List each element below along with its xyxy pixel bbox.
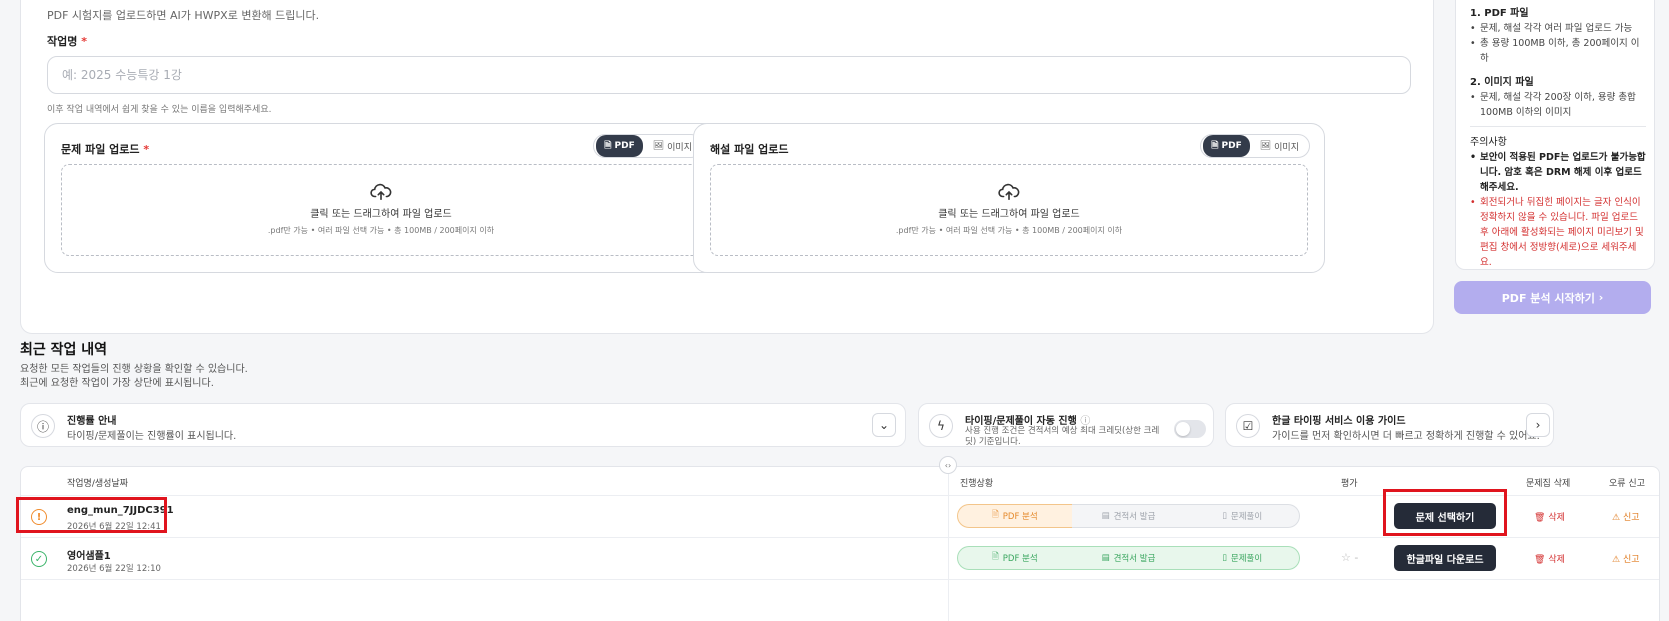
pdf-guide-list: 문제, 해설 각각 여러 파일 업로드 가능 총 용량 100MB 이하, 총 … <box>1470 21 1646 66</box>
divider <box>21 537 1659 538</box>
problem-pdf-toggle[interactable]: 🗎 PDF <box>596 135 643 157</box>
trash-icon: 🗑 <box>1534 513 1546 523</box>
list-item: 총 용량 100MB 이하, 총 200페이지 이하 <box>1470 36 1646 66</box>
job-name-input[interactable] <box>47 56 1411 94</box>
delete-button[interactable]: 🗑 삭제 <box>1534 510 1565 523</box>
solution-drop-text: 클릭 또는 드래그하여 파일 업로드 <box>938 209 1080 220</box>
list-item: 문제, 해설 각각 200장 이하, 용량 총합 100MB 이하의 이미지 <box>1470 90 1646 120</box>
lightning-icon: ϟ <box>929 414 953 438</box>
pdf-guide-title: 1. PDF 파일 <box>1470 8 1529 19</box>
check-status-icon: ✓ <box>31 551 47 567</box>
col-name: 작업명/생성날짜 <box>67 479 128 489</box>
upload-card: PDF 시험지를 업로드하면 AI가 HWPX로 변환해 드립니다. 작업명 *… <box>20 0 1434 334</box>
problem-dropzone[interactable]: 클릭 또는 드래그하여 파일 업로드 .pdf만 가능 • 여러 파일 선택 가… <box>61 164 701 256</box>
col-report: 오류 신고 <box>1609 479 1645 489</box>
job-name-hint: 이후 작업 내역에서 쉽게 찾을 수 있는 이름을 입력해주세요. <box>47 105 272 115</box>
notice-title: 타이핑/문제풀이 자동 진행 ⓘ <box>965 416 1091 427</box>
list-item: 문제, 해설 각각 여러 파일 업로드 가능 <box>1470 21 1646 36</box>
file-icon: 🗎 <box>991 552 999 562</box>
chevron-down-icon[interactable]: ⌄ <box>872 413 896 437</box>
receipt-icon: ▤ <box>1101 553 1110 563</box>
chevron-right-icon: › <box>1598 291 1604 304</box>
job-name[interactable]: 영어샘플1 <box>67 547 111 562</box>
upload-intro: PDF 시험지를 업로드하면 AI가 HWPX로 변환해 드립니다. <box>47 9 320 22</box>
solution-upload-panel: 해설 파일 업로드 🗎 PDF 🖼 이미지 클릭 또는 드래그하여 파일 업로드 .… <box>693 123 1325 273</box>
image-guide-list: 문제, 해설 각각 200장 이하, 용량 총합 100MB 이하의 이미지 <box>1470 90 1646 120</box>
rating[interactable]: ☆ - <box>1341 551 1358 564</box>
list-item: 회전되거나 뒤집힌 페이지는 글자 인식이 정확하지 않을 수 있습니다. 파일… <box>1470 195 1646 270</box>
highlight-box <box>16 497 167 533</box>
step-quote: ▤ 견적서 발급 <box>1071 546 1186 570</box>
progress-steps: 🗎 PDF 분석 ▤ 견적서 발급 ▯ 문제풀이 <box>957 504 1301 528</box>
clipboard-icon: ☑ <box>1236 414 1260 438</box>
trash-icon: 🗑 <box>1534 555 1546 565</box>
upload-guide-card: 1. PDF 파일 문제, 해설 각각 여러 파일 업로드 가능 총 용량 10… <box>1455 0 1655 270</box>
report-button[interactable]: ⚠ 신고 <box>1612 552 1640 565</box>
problem-upload-title: 문제 파일 업로드 * <box>61 143 150 156</box>
delete-button[interactable]: 🗑 삭제 <box>1534 552 1565 565</box>
col-delete: 문제집 삭제 <box>1526 479 1571 489</box>
divider <box>21 579 1659 580</box>
solution-drop-subtext: .pdf만 가능 • 여러 파일 선택 가능 • 총 100MB / 200페이… <box>895 226 1123 235</box>
problem-image-toggle[interactable]: 🖼 이미지 <box>645 137 700 156</box>
step-solve: ▯ 문제풀이 <box>1185 504 1301 528</box>
divider <box>948 466 949 621</box>
book-icon: ▯ <box>1222 553 1227 563</box>
step-solve: ▯ 문제풀이 <box>1185 546 1301 570</box>
notice-title: 진행률 안내 <box>67 416 117 427</box>
start-pdf-analysis-button[interactable]: PDF 분석 시작하기 › <box>1454 281 1651 314</box>
image-icon: 🖼 <box>1259 141 1272 151</box>
star-icon: ☆ <box>1341 551 1351 564</box>
solution-upload-title: 해설 파일 업로드 <box>710 143 789 156</box>
solution-image-toggle[interactable]: 🖼 이미지 <box>1252 137 1307 156</box>
notice-desc: 타이핑/문제풀이는 진행률이 표시됩니다. <box>67 431 237 442</box>
solution-pdf-toggle[interactable]: 🗎 PDF <box>1203 135 1250 157</box>
report-button[interactable]: ⚠ 신고 <box>1612 510 1640 523</box>
progress-steps: 🗎 PDF 분석 ▤ 견적서 발급 ▯ 문제풀이 <box>957 546 1301 570</box>
col-status: 진행상황 <box>960 479 994 489</box>
warning-icon: ⚠ <box>1612 555 1621 565</box>
warning-icon: ⚠ <box>1612 513 1621 523</box>
col-rating: 평가 <box>1341 479 1358 489</box>
problem-file-type-toggle: 🗎 PDF 🖼 이미지 <box>593 134 703 158</box>
info-icon: ⓘ <box>31 414 55 438</box>
step-quote: ▤ 견적서 발급 <box>1071 504 1186 528</box>
file-icon: 🗎 <box>1211 141 1219 151</box>
history-subtitle: 요청한 모든 작업들의 진행 상황을 확인할 수 있습니다. 최근에 요청한 작… <box>20 364 248 389</box>
caution-title: 주의사항 <box>1470 137 1507 148</box>
problem-upload-panel: 문제 파일 업로드 * 🗎 PDF 🖼 이미지 클릭 또는 드래그하여 파일 업로드… <box>44 123 718 273</box>
step-pdf-analysis: 🗎 PDF 분석 <box>957 504 1072 528</box>
progress-notice: ⓘ 진행률 안내 타이핑/문제풀이는 진행률이 표시됩니다. ⌄ <box>20 403 906 447</box>
notice-desc: 가이드를 먼저 확인하시면 더 빠르고 정확하게 진행할 수 있어요. <box>1272 431 1540 442</box>
file-icon: 🗎 <box>604 141 612 151</box>
image-icon: 🖼 <box>652 141 665 151</box>
notice-desc: 사용 진행 조건은 견적서의 예상 최대 크레딧(상한 크레딧) 기준입니다. <box>965 426 1160 447</box>
problem-drop-subtext: .pdf만 가능 • 여러 파일 선택 가능 • 총 100MB / 200페이… <box>267 226 495 235</box>
book-icon: ▯ <box>1222 511 1227 521</box>
problem-drop-text: 클릭 또는 드래그하여 파일 업로드 <box>310 209 452 220</box>
caution-list: 보안이 적용된 PDF는 업로드가 불가능합니다. 암호 혹은 DRM 해제 이… <box>1470 150 1646 270</box>
chevron-right-icon[interactable]: › <box>1526 413 1550 437</box>
auto-progress-notice: ϟ 타이핑/문제풀이 자동 진행 ⓘ 사용 진행 조건은 견적서의 예상 최대 … <box>918 403 1214 447</box>
image-guide-title: 2. 이미지 파일 <box>1470 77 1534 88</box>
auto-progress-toggle[interactable] <box>1174 420 1206 438</box>
file-icon: 🗎 <box>991 510 999 520</box>
list-item: 보안이 적용된 PDF는 업로드가 불가능합니다. 암호 혹은 DRM 해제 이… <box>1470 150 1646 195</box>
download-hwp-button[interactable]: 한글파일 다운로드 <box>1394 545 1496 571</box>
solution-file-type-toggle: 🗎 PDF 🖼 이미지 <box>1200 134 1310 158</box>
divider <box>1470 126 1646 127</box>
step-pdf-analysis: 🗎 PDF 분석 <box>957 546 1072 570</box>
cloud-upload-icon <box>370 183 392 201</box>
solution-dropzone[interactable]: 클릭 또는 드래그하여 파일 업로드 .pdf만 가능 • 여러 파일 선택 가… <box>710 164 1308 256</box>
highlight-box <box>1383 489 1507 536</box>
notice-title: 한글 타이핑 서비스 이용 가이드 <box>1272 416 1406 427</box>
receipt-icon: ▤ <box>1101 511 1110 521</box>
job-name-label: 작업명 * <box>47 35 87 48</box>
history-title: 최근 작업 내역 <box>20 342 108 358</box>
job-date: 2026년 6월 22일 12:10 <box>67 564 161 574</box>
resize-handle-icon[interactable]: ‹› <box>939 456 957 474</box>
cloud-upload-icon <box>998 183 1020 201</box>
guide-notice: ☑ 한글 타이핑 서비스 이용 가이드 가이드를 먼저 확인하시면 더 빠르고 … <box>1225 403 1554 447</box>
